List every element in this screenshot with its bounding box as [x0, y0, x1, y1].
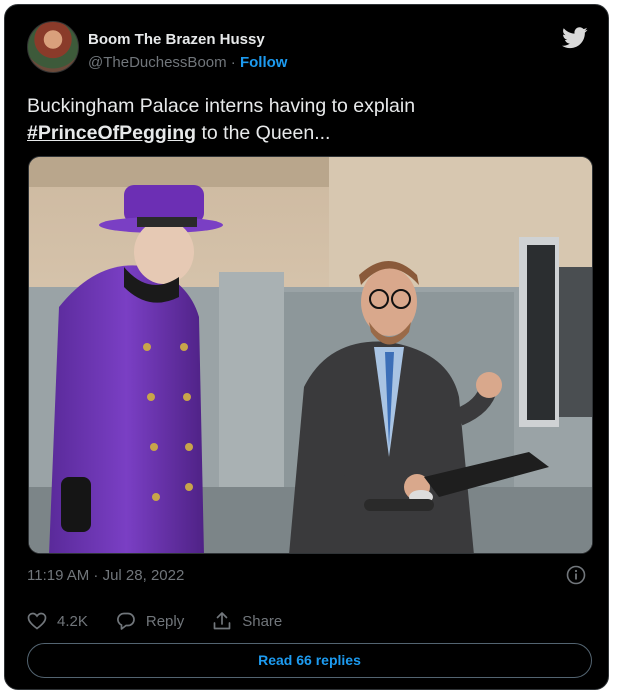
share-label: Share — [242, 612, 283, 630]
twitter-bird-icon[interactable] — [562, 27, 588, 49]
author-handle[interactable]: @TheDuchessBoom — [88, 54, 227, 71]
info-icon[interactable] — [566, 565, 586, 585]
tweet-text-main: Buckingham Palace interns having to expl… — [27, 95, 416, 117]
share-button[interactable]: Share — [212, 611, 282, 631]
like-count: 4.2K — [57, 612, 88, 630]
tweet-actions: 4.2K Reply Share — [27, 609, 310, 633]
follow-button[interactable]: Follow — [240, 54, 288, 71]
read-replies-button[interactable]: Read 66 replies — [27, 643, 592, 678]
hashtag-link[interactable]: #PrinceOfPegging — [27, 122, 196, 144]
author-handle-row: @TheDuchessBoom · Follow — [88, 54, 287, 71]
handle-separator: · — [226, 54, 240, 71]
photo-scene — [29, 157, 592, 553]
avatar[interactable] — [27, 21, 79, 73]
like-button[interactable]: 4.2K — [27, 612, 88, 630]
tweet-photo[interactable] — [28, 156, 593, 554]
reply-button[interactable]: Reply — [116, 611, 184, 631]
share-icon — [213, 612, 231, 630]
tweet-timestamp[interactable]: 11:19 AM · Jul 28, 2022 — [27, 567, 184, 584]
heart-icon — [27, 612, 47, 630]
tweet-text-tail: to the Queen... — [196, 122, 331, 144]
reply-bubble-icon — [116, 612, 135, 630]
tweet-card: Boom The Brazen Hussy @TheDuchessBoom · … — [4, 4, 609, 690]
author-name[interactable]: Boom The Brazen Hussy — [88, 31, 265, 48]
reply-label: Reply — [145, 612, 185, 630]
tweet-text: Buckingham Palace interns having to expl… — [27, 93, 592, 147]
